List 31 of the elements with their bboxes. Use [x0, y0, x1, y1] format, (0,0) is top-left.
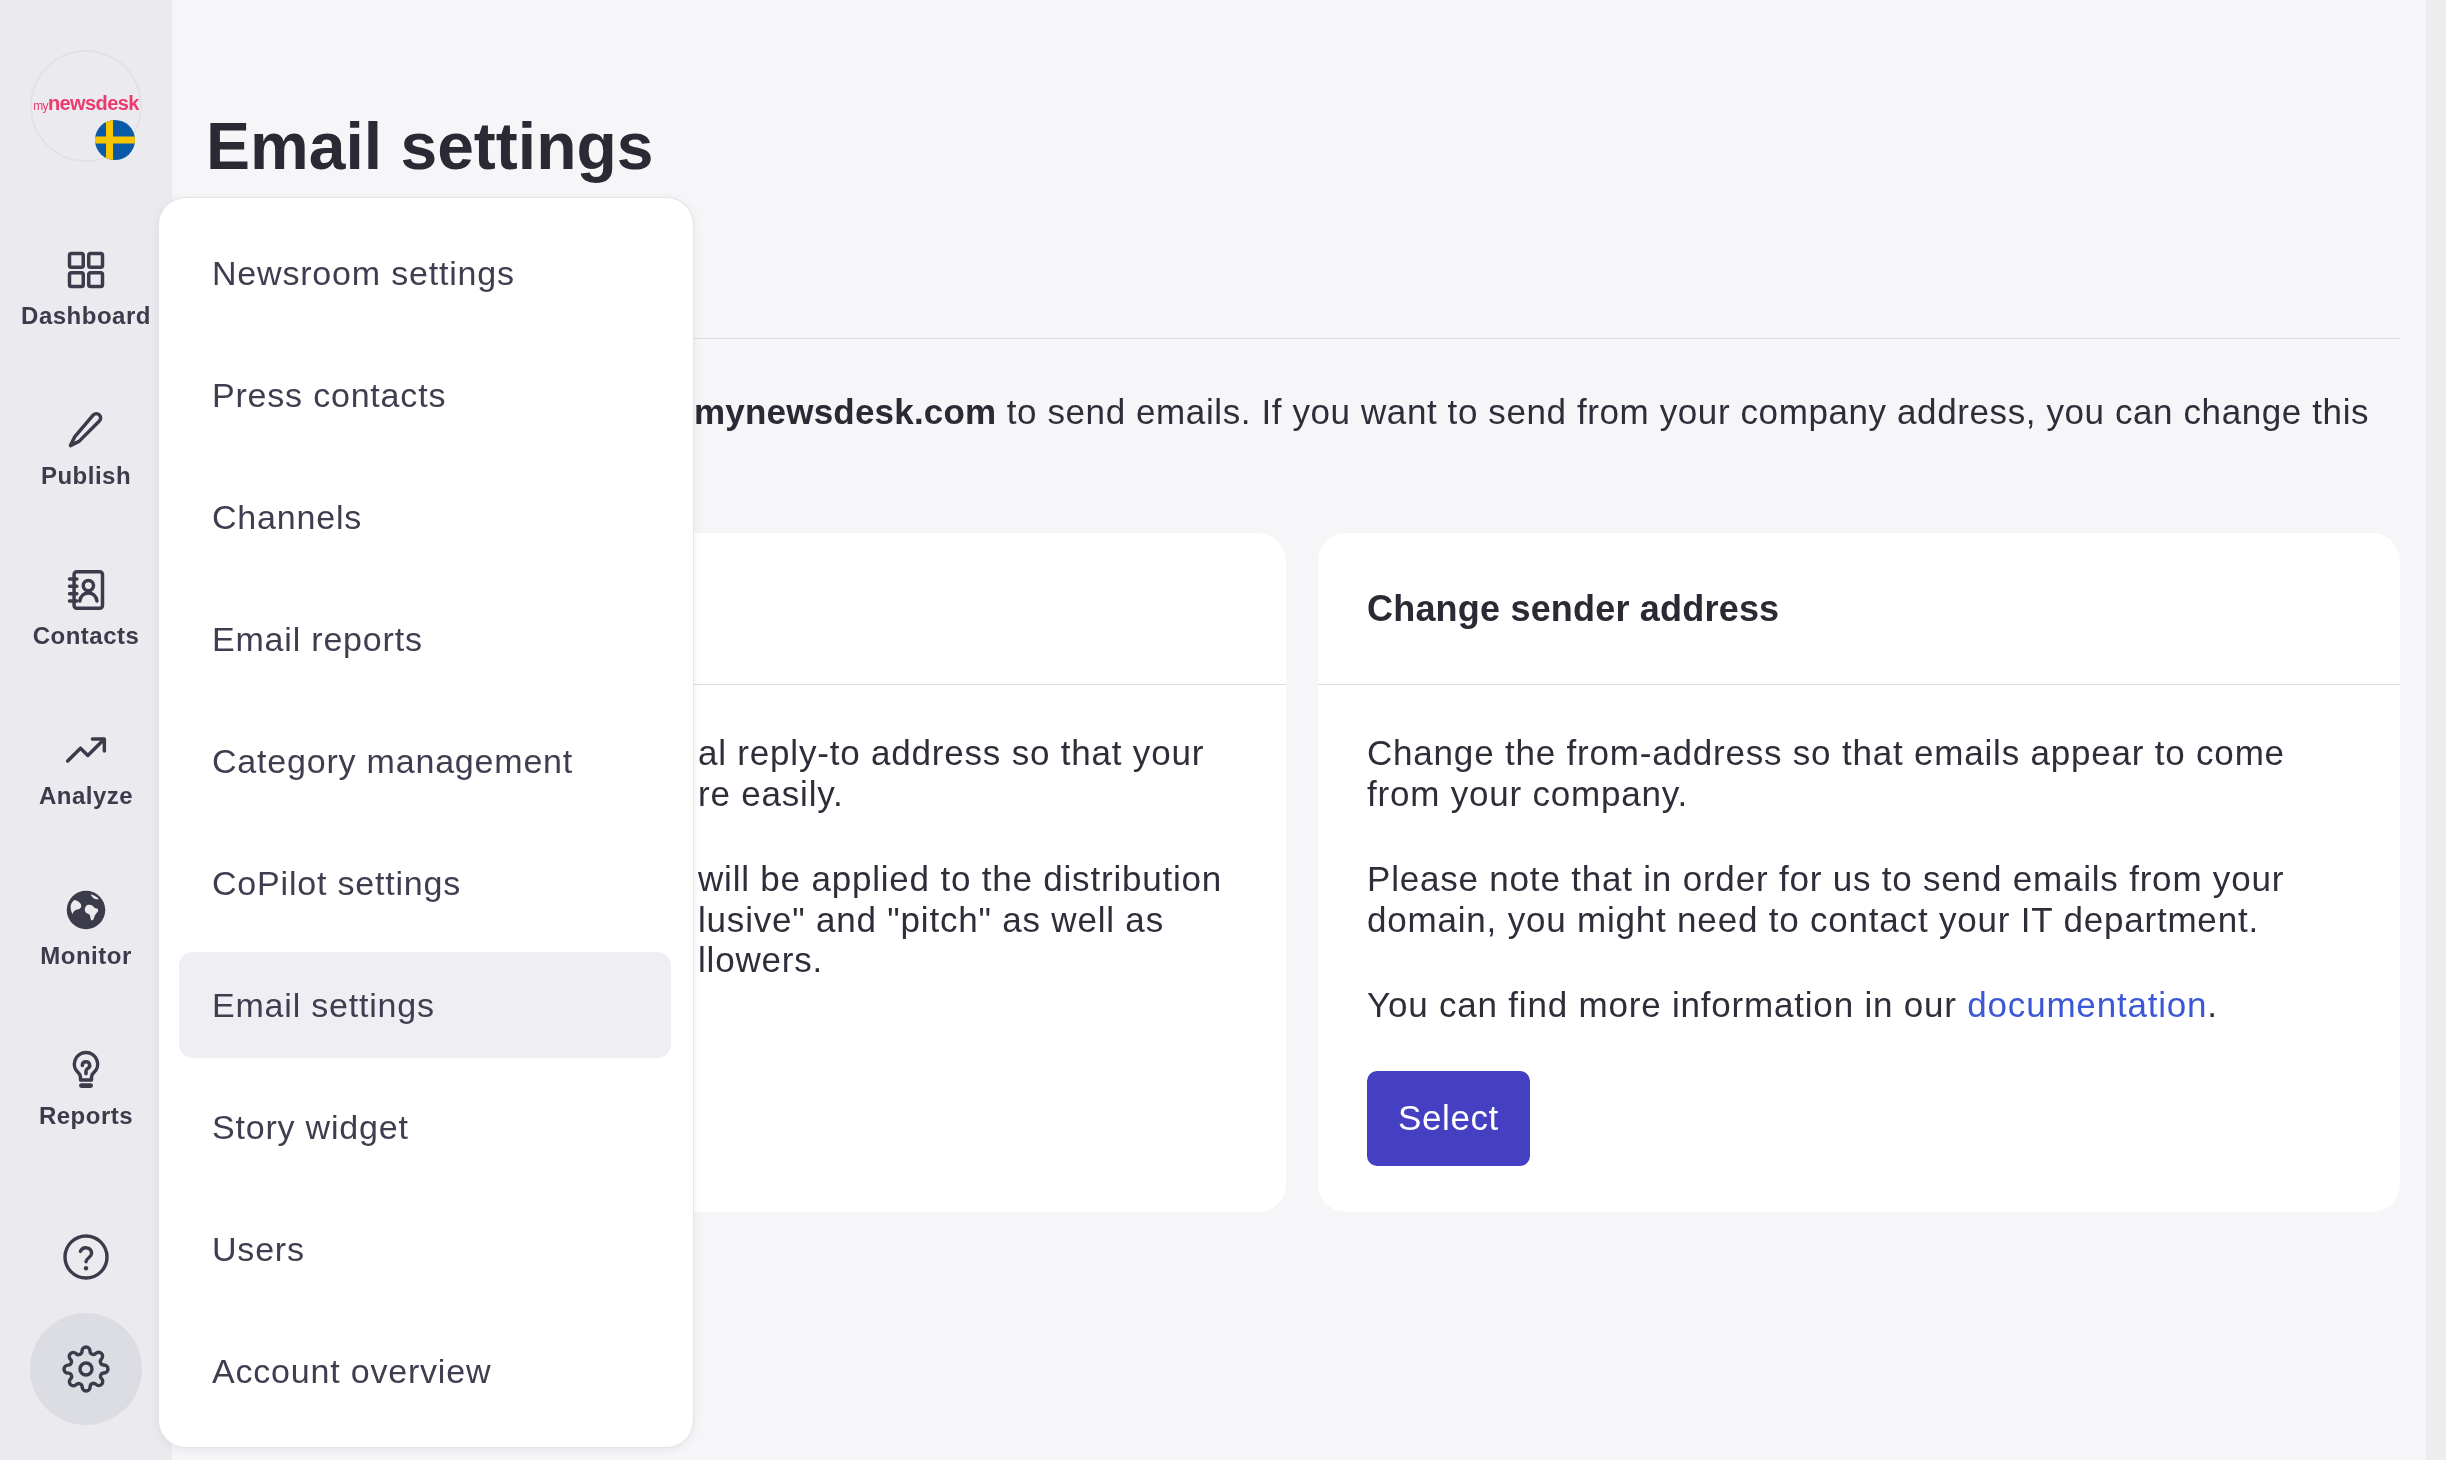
help-icon[interactable] — [62, 1233, 110, 1281]
menu-item[interactable]: CoPilot settings — [179, 830, 671, 936]
menu-item[interactable]: Category management — [179, 708, 671, 814]
menu-item[interactable]: Users — [179, 1196, 671, 1302]
nav-item[interactable]: Contacts — [32, 568, 140, 650]
menu-item[interactable]: Newsroom settings — [179, 220, 671, 326]
card-text: You can find more information in our documentation. — [1367, 985, 2218, 1026]
intro-text: mynewsdesk.com to send emails. If you want to send from your company address, you can change this — [694, 391, 2371, 433]
logo-wordmark: mynewsdesk — [33, 90, 139, 116]
menu-item[interactable]: Email settings — [179, 952, 671, 1058]
nav-item[interactable]: Reports — [38, 1048, 134, 1130]
nav-item[interactable]: Analyze — [38, 728, 134, 810]
settings-icon[interactable] — [62, 1345, 110, 1393]
menu-item[interactable]: Account overview — [179, 1318, 671, 1424]
menu-item[interactable]: Email reports — [179, 586, 671, 692]
documentation-link[interactable]: documentation — [1967, 985, 2208, 1024]
flag-icon — [95, 120, 135, 160]
nav-item[interactable]: Publish — [40, 408, 132, 490]
nav-item[interactable]: Monitor — [40, 888, 132, 970]
card-text: al reply-to address so that your re easily. — [698, 733, 1205, 814]
card-text: will be applied to the distribution lusive" and "pitch" as well as llowers. — [698, 859, 1223, 981]
menu-item[interactable]: Story widget — [179, 1074, 671, 1180]
card-text: Please note that in order for us to send emails from your domain, you might need to contact your IT department. — [1367, 859, 2286, 940]
card-text: Change the from-address so that emails appear to come from your company. — [1367, 733, 2286, 814]
menu-item[interactable]: Press contacts — [179, 342, 671, 448]
card-title: Change sender address — [1367, 586, 1780, 631]
page-title: Email settings — [206, 108, 655, 185]
menu-item[interactable]: Channels — [179, 464, 671, 570]
nav-item[interactable]: Dashboard — [21, 248, 151, 330]
globe-icon — [64, 888, 108, 932]
select-button[interactable]: Select — [1367, 1070, 1530, 1166]
